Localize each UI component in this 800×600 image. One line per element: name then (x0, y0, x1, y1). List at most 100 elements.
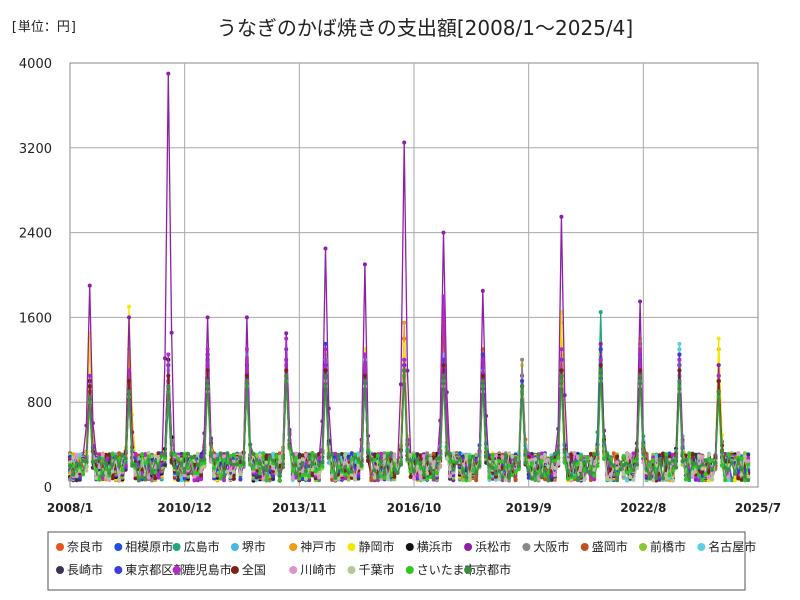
x-tick-label: 2019/9 (506, 501, 552, 515)
data-point (670, 468, 675, 473)
data-point (434, 456, 439, 461)
data-point (451, 467, 456, 472)
data-point (503, 477, 508, 482)
legend-marker (289, 543, 298, 551)
data-point (559, 368, 564, 373)
data-point (539, 455, 544, 460)
legend-marker (464, 543, 473, 551)
data-point (87, 384, 92, 389)
data-point (254, 457, 259, 462)
data-point (615, 454, 620, 459)
data-point (127, 379, 131, 383)
data-point (533, 457, 538, 462)
data-point (602, 439, 606, 444)
data-point (290, 475, 295, 480)
data-point (205, 379, 210, 383)
data-point (441, 230, 446, 235)
data-point (742, 474, 747, 479)
data-point (664, 456, 669, 460)
data-point (582, 459, 587, 464)
data-point (362, 262, 367, 267)
data-point (176, 478, 181, 482)
legend-label: 盛岡市 (592, 539, 628, 554)
y-tick-label: 2400 (19, 227, 52, 242)
data-point (510, 464, 515, 468)
data-point (513, 478, 518, 483)
data-point (376, 475, 380, 480)
data-point (110, 462, 115, 467)
legend-marker (639, 543, 647, 551)
data-point (343, 472, 348, 477)
data-point (592, 473, 597, 478)
data-point (231, 469, 236, 474)
data-point (218, 451, 223, 456)
data-point (687, 451, 692, 456)
data-point (323, 368, 328, 373)
data-point (307, 474, 312, 479)
data-point (480, 288, 485, 293)
data-point (205, 368, 210, 373)
data-point (677, 368, 682, 373)
data-point (438, 456, 443, 461)
data-point (657, 457, 662, 462)
data-point (244, 315, 249, 320)
data-point (107, 471, 112, 476)
data-point (222, 454, 226, 459)
data-point (487, 475, 492, 480)
data-point (444, 456, 449, 461)
data-point (595, 452, 600, 457)
data-point (166, 71, 171, 76)
data-point (123, 456, 128, 461)
data-point (313, 454, 318, 459)
data-point (267, 454, 272, 459)
legend-marker (405, 543, 414, 551)
data-point (552, 458, 557, 463)
data-point (484, 454, 489, 459)
data-point (572, 451, 577, 456)
data-point (457, 456, 462, 461)
data-point (248, 462, 253, 467)
data-point (127, 368, 131, 373)
data-point (264, 478, 269, 483)
data-point (244, 373, 249, 378)
data-point (274, 453, 279, 458)
legend-label: 広島市 (184, 539, 220, 554)
data-point (274, 462, 279, 467)
data-point (543, 452, 547, 457)
data-point (693, 461, 698, 466)
data-point (428, 466, 433, 471)
data-point (149, 470, 154, 475)
data-point (97, 456, 102, 461)
data-point (143, 477, 148, 482)
data-point (153, 459, 158, 464)
data-point (258, 453, 262, 458)
data-point (382, 475, 387, 480)
data-point (746, 462, 751, 467)
data-point (127, 389, 131, 394)
x-axis: 2008/1 2010/12 2013/11 2016/10 2019/9 2022/8 2… (47, 501, 781, 515)
data-point (647, 476, 652, 481)
data-point (163, 356, 167, 361)
data-point (274, 471, 279, 476)
data-point (602, 456, 606, 461)
data-point (703, 458, 708, 463)
data-point (143, 461, 148, 466)
data-point (110, 452, 115, 457)
data-point (598, 347, 603, 352)
data-point (235, 462, 240, 467)
data-point (661, 476, 665, 481)
data-point (720, 449, 724, 454)
data-point (516, 464, 521, 468)
data-point (461, 468, 466, 473)
data-point (631, 459, 636, 464)
data-point (651, 458, 656, 463)
legend-label: 鹿児島市 (184, 562, 232, 577)
data-point (238, 455, 243, 460)
data-point (625, 478, 629, 483)
data-point (605, 453, 610, 457)
data-point (434, 471, 439, 476)
data-point (300, 457, 305, 462)
chart-title: うなぎのかば焼きの支出額[2008/1～2025/4] (217, 16, 633, 40)
data-point (500, 475, 505, 480)
data-point (503, 453, 508, 458)
